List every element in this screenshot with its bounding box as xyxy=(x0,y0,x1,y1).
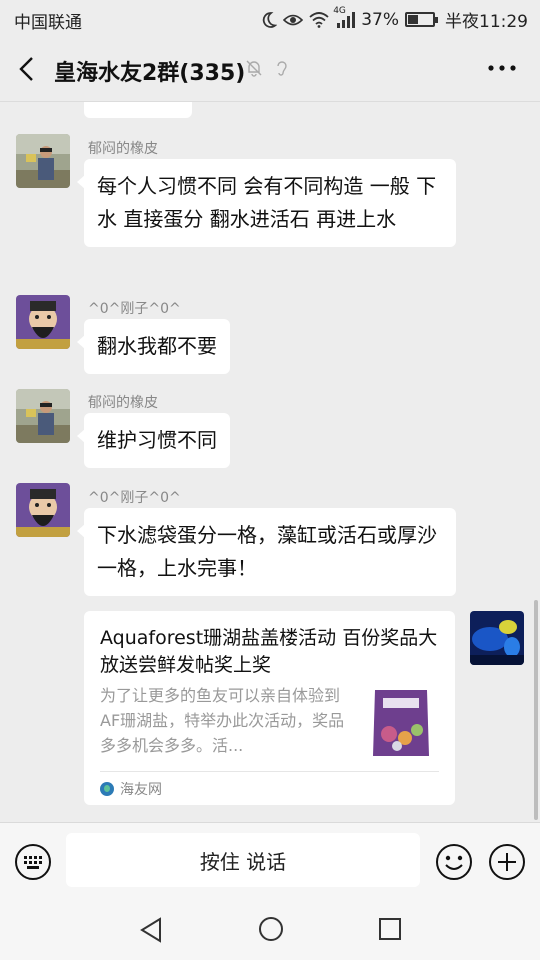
sender-name: 郁闷的橡皮 xyxy=(88,395,158,411)
keyboard-icon xyxy=(15,844,51,880)
emoji-icon xyxy=(436,844,472,880)
battery-icon xyxy=(405,12,438,27)
triangle-back-icon xyxy=(140,917,161,943)
link-card[interactable]: Aquaforest珊湖盐盖楼活动 百份奖品大放送尝鲜发帖奖上奖 为了让更多的鱼… xyxy=(84,611,455,805)
message-bubble[interactable]: 翻水我都不要 xyxy=(77,319,230,374)
sender-name: ^0^刚子^0^ xyxy=(88,490,181,506)
message-text: 翻水我都不要 xyxy=(97,334,217,358)
title-status-icons xyxy=(244,58,292,82)
signal-icon: 4G xyxy=(333,6,356,28)
more-options-button[interactable] xyxy=(486,58,518,78)
chat-header: 皇海水友2群(335) xyxy=(0,36,540,102)
nav-recents-button[interactable] xyxy=(378,917,402,941)
my-avatar[interactable] xyxy=(470,611,524,665)
keyboard-toggle-button[interactable] xyxy=(14,843,52,881)
plus-icon xyxy=(489,844,525,880)
avatar[interactable] xyxy=(16,389,70,443)
link-card-title: Aquaforest珊湖盐盖楼活动 百份奖品大放送尝鲜发帖奖上奖 xyxy=(100,627,438,676)
earpiece-icon xyxy=(272,58,292,82)
emoji-button[interactable] xyxy=(435,843,473,881)
status-bar: 中国联通 4G 37% 半夜11:29 xyxy=(0,0,540,36)
sender-name: 郁闷的橡皮 xyxy=(88,141,158,157)
more-actions-button[interactable] xyxy=(488,843,526,881)
system-nav-bar xyxy=(0,900,540,960)
hold-to-talk-button[interactable]: 按住 说话 xyxy=(66,833,420,887)
input-bar: 按住 说话 xyxy=(0,822,540,900)
message-text: 每个人习惯不同 会有不同构造 一般 下水 直接蛋分 翻水进活石 再进上水 xyxy=(97,174,437,231)
message-bubble[interactable]: 维护习惯不同 xyxy=(77,413,230,468)
message-bubble[interactable]: 下水滤袋蛋分一格，藻缸或活石或厚沙一格，上水完事！ xyxy=(77,508,456,596)
circle-home-icon xyxy=(259,917,283,941)
square-recents-icon xyxy=(379,918,401,940)
back-button[interactable] xyxy=(14,54,42,84)
link-card-source-name: 海友网 xyxy=(120,782,162,798)
status-icons: 4G 37% 半夜11:29 xyxy=(259,6,528,32)
mute-bell-icon xyxy=(244,58,264,82)
divider xyxy=(100,771,439,772)
nav-home-button[interactable] xyxy=(258,916,284,942)
scrollbar[interactable] xyxy=(534,600,538,820)
avatar[interactable] xyxy=(16,134,70,188)
avatar[interactable] xyxy=(16,295,70,349)
chat-title: 皇海水友2群(335) xyxy=(54,61,246,86)
message-bubble[interactable]: 每个人习惯不同 会有不同构造 一般 下水 直接蛋分 翻水进活石 再进上水 xyxy=(77,159,456,247)
network-type: 4G xyxy=(333,5,346,16)
avatar[interactable] xyxy=(16,483,70,537)
link-card-thumbnail xyxy=(369,686,433,760)
clock: 半夜11:29 xyxy=(445,12,528,32)
message-text: 维护习惯不同 xyxy=(97,428,217,452)
globe-icon xyxy=(100,782,114,796)
sender-name: ^0^刚子^0^ xyxy=(88,301,181,317)
chevron-left-icon xyxy=(19,57,33,81)
eye-icon xyxy=(283,12,304,28)
wifi-icon xyxy=(309,11,329,28)
nav-back-button[interactable] xyxy=(138,916,164,944)
link-card-source: 海友网 xyxy=(100,779,162,799)
moon-icon xyxy=(259,11,278,29)
carrier-name: 中国联通 xyxy=(14,13,82,33)
more-dots-icon xyxy=(488,65,516,71)
battery-percent: 37% xyxy=(361,9,399,30)
message-text: 下水滤袋蛋分一格，藻缸或活石或厚沙一格，上水完事！ xyxy=(97,523,437,580)
link-card-description: 为了让更多的鱼友可以亲自体验到AF珊湖盐，特举办此次活动，奖品多多机会多多。活.… xyxy=(100,686,345,755)
message-list[interactable]: 郁闷的橡皮 每个人习惯不同 会有不同构造 一般 下水 直接蛋分 翻水进活石 再进… xyxy=(0,102,540,822)
message-bubble-partial xyxy=(84,102,192,118)
